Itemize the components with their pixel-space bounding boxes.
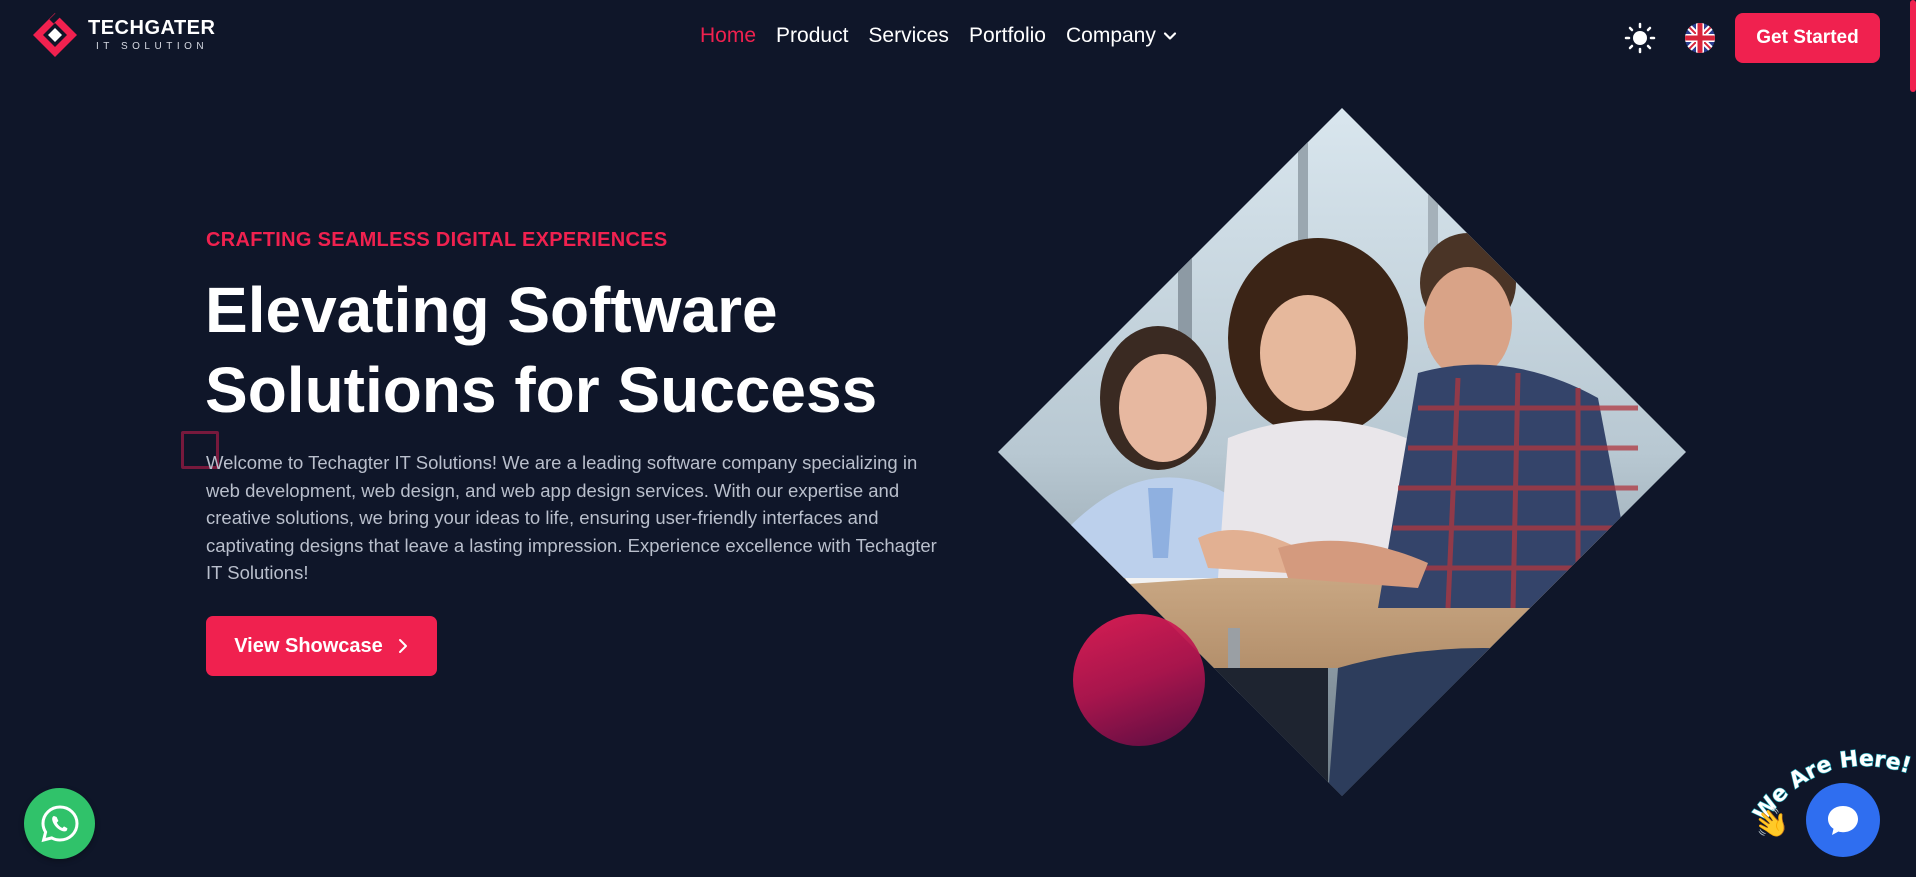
chat-widget[interactable]: We Are Here! 👋	[1750, 735, 1916, 877]
chevron-down-icon	[1163, 32, 1176, 40]
nav-company-label: Company	[1065, 24, 1156, 47]
scroll-indicator[interactable]	[1910, 0, 1916, 92]
logo-diamond-icon	[30, 10, 80, 60]
hero-description: Welcome to Techagter IT Solutions! We ar…	[206, 452, 937, 583]
uk-flag-icon[interactable]	[1685, 23, 1715, 53]
site-header: TECHGATER IT SOLUTION Home Product Servi…	[0, 0, 1916, 76]
nav-company[interactable]: Company	[1066, 24, 1178, 48]
get-started-button[interactable]: Get Started	[1735, 13, 1880, 63]
whatsapp-icon[interactable]	[24, 788, 95, 859]
chat-icon[interactable]	[1806, 783, 1880, 857]
sun-icon[interactable]	[1624, 22, 1656, 54]
brand-name: TECHGATER	[88, 17, 216, 39]
brand-tagline: IT SOLUTION	[96, 41, 209, 52]
hero-title-line1: Elevating Software	[205, 274, 778, 346]
nav-home[interactable]: Home	[700, 24, 756, 48]
brand-logo[interactable]: TECHGATER IT SOLUTION	[30, 10, 215, 60]
decorative-circle	[1073, 614, 1205, 746]
view-showcase-label: View Showcase	[234, 634, 383, 657]
chevron-right-icon	[398, 639, 407, 653]
hero-eyebrow: CRAFTING SEAMLESS DIGITAL EXPERIENCES	[206, 229, 668, 251]
hero-title: Elevating Software Solutions for Success	[205, 270, 965, 430]
nav-product[interactable]: Product	[776, 24, 848, 48]
view-showcase-button[interactable]: View Showcase	[206, 616, 437, 676]
nav-portfolio[interactable]: Portfolio	[969, 24, 1046, 48]
nav-services[interactable]: Services	[868, 24, 949, 48]
main-nav: Home Product Services Portfolio Company	[700, 24, 1178, 48]
hero-title-line2: Solutions for Success	[205, 354, 878, 426]
